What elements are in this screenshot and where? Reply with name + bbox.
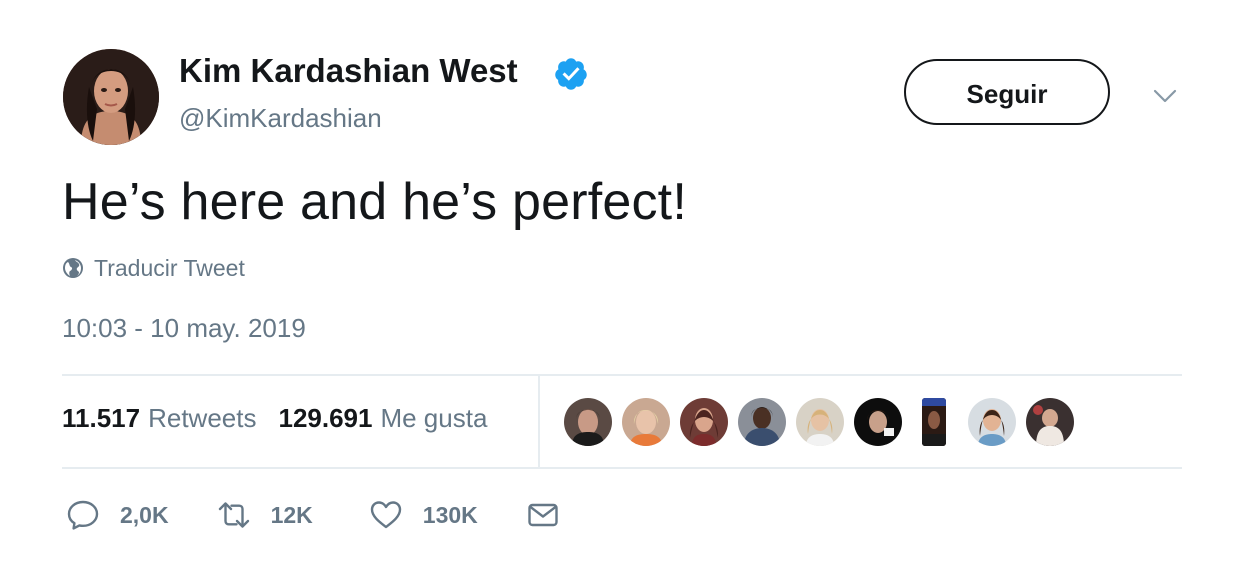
liker-avatar[interactable]: [854, 398, 902, 446]
tweet-timestamp[interactable]: 10:03 - 10 may. 2019: [62, 313, 306, 344]
heart-icon: [370, 501, 401, 529]
liker-avatar[interactable]: [796, 398, 844, 446]
tweet-text: He’s here and he’s perfect!: [62, 173, 687, 231]
like-count: 130K: [422, 501, 478, 528]
likes-stat[interactable]: 129.691 Me gusta: [278, 403, 487, 434]
stats-divider: [538, 376, 540, 468]
liker-avatar[interactable]: [622, 398, 670, 446]
liker-avatars: [564, 398, 1084, 446]
divider-bottom: [62, 467, 1182, 469]
likes-count: 129.691: [278, 403, 373, 433]
retweet-icon: [218, 502, 249, 528]
liker-avatar[interactable]: [968, 398, 1016, 446]
retweets-label: Retweets: [148, 403, 257, 433]
follow-button[interactable]: Seguir: [904, 59, 1110, 125]
divider-top: [62, 374, 1182, 376]
retweets-stat[interactable]: 11.517 Retweets: [62, 403, 256, 434]
reply-button[interactable]: 2,0K: [66, 498, 169, 532]
liker-avatar[interactable]: [738, 398, 786, 446]
like-button[interactable]: 130K: [369, 498, 478, 532]
direct-message-button[interactable]: [526, 498, 560, 532]
envelope-icon: [528, 503, 558, 527]
tweet-actions: 2,0K 12K 130K: [66, 497, 560, 533]
liker-avatar[interactable]: [922, 398, 946, 446]
retweets-count: 11.517: [62, 403, 141, 433]
retweet-count: 12K: [270, 501, 313, 528]
user-avatar[interactable]: [63, 49, 159, 145]
verified-badge-icon: [555, 58, 587, 90]
liker-avatar[interactable]: [680, 398, 728, 446]
reply-count: 2,0K: [120, 501, 169, 528]
translate-tweet-link[interactable]: Traducir Tweet: [62, 253, 245, 283]
user-handle[interactable]: @KimKardashian: [179, 103, 382, 134]
translate-label: Traducir Tweet: [94, 254, 245, 281]
display-name[interactable]: Kim Kardashian West: [179, 52, 518, 90]
liker-avatar[interactable]: [564, 398, 612, 446]
globe-icon: [63, 258, 83, 278]
liker-avatar[interactable]: [1026, 398, 1074, 446]
reply-icon: [67, 500, 99, 530]
likes-label: Me gusta: [380, 403, 488, 433]
tweet-stats: 11.517 Retweets 129.691 Me gusta: [62, 403, 509, 434]
chevron-down-icon[interactable]: [1152, 86, 1178, 106]
retweet-button[interactable]: 12K: [217, 498, 313, 532]
